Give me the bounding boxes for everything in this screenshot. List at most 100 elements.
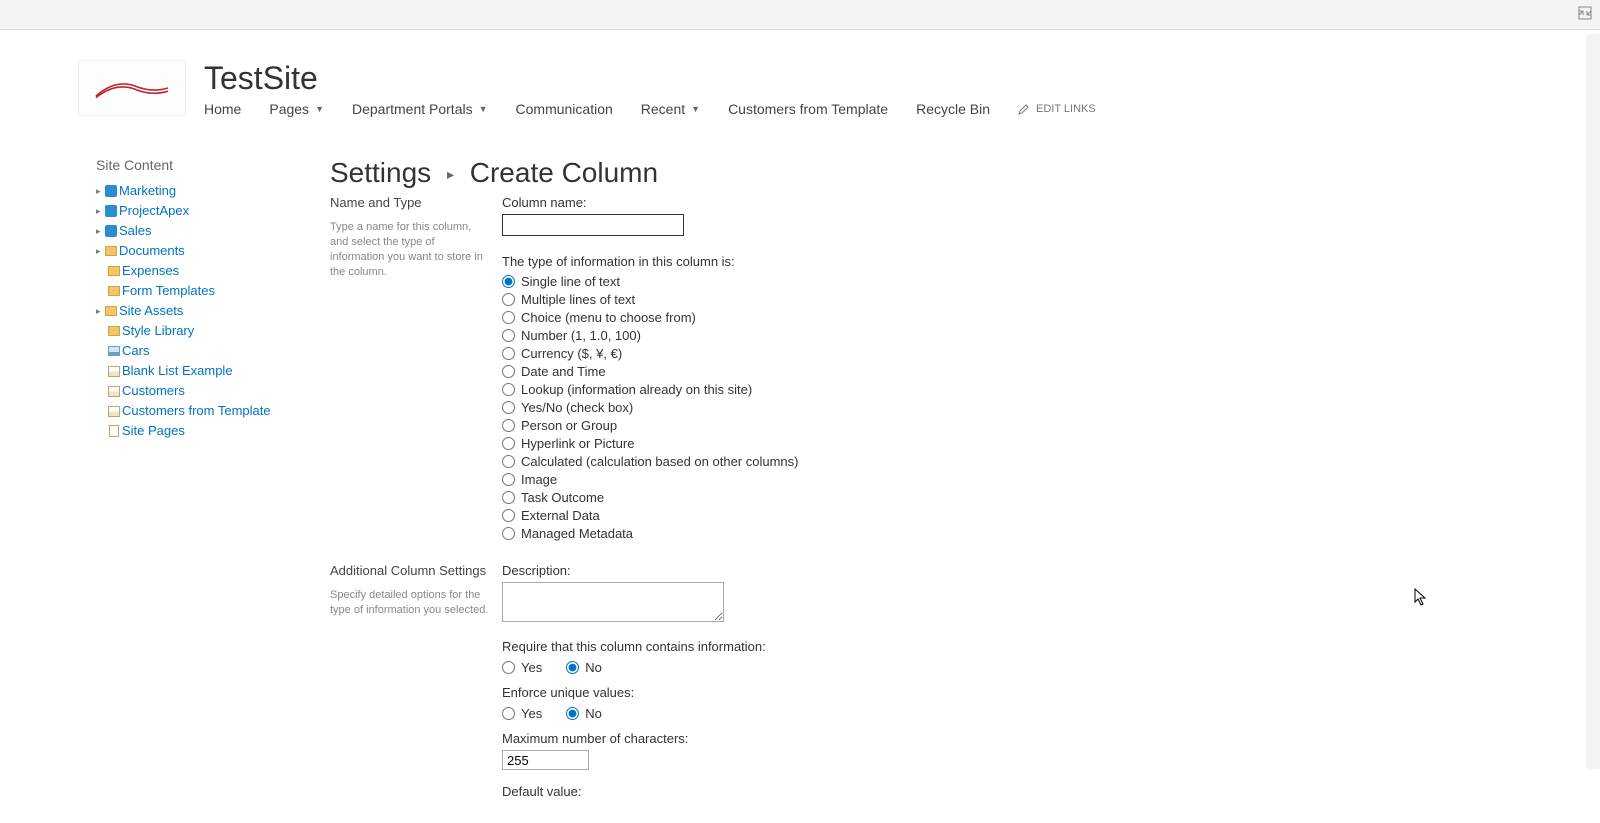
column-type-label: Number (1, 1.0, 100) (521, 327, 641, 344)
tree-item-customers-template[interactable]: Customers from Template (96, 401, 320, 421)
column-type-option[interactable]: External Data (502, 507, 1560, 524)
column-type-option[interactable]: Number (1, 1.0, 100) (502, 327, 1560, 344)
column-type-option[interactable]: Single line of text (502, 273, 1560, 290)
tree-item-customers[interactable]: Customers (96, 381, 320, 401)
scrollbar[interactable] (1586, 34, 1600, 769)
nav-recycle-bin[interactable]: Recycle Bin (916, 101, 990, 117)
left-nav-title: Site Content (96, 157, 320, 173)
site-icon (104, 224, 118, 238)
tree-item-sales[interactable]: ▸Sales (96, 221, 320, 241)
tree-item-projectapex[interactable]: ▸ProjectApex (96, 201, 320, 221)
column-type-option[interactable]: Currency ($, ¥, €) (502, 345, 1560, 362)
column-type-option[interactable]: Task Outcome (502, 489, 1560, 506)
tree-item-cars[interactable]: Cars (96, 341, 320, 361)
maxchars-input[interactable] (502, 750, 589, 770)
tree-item-site-assets[interactable]: ▸ Site Assets (96, 301, 320, 321)
option-label: Yes (521, 705, 542, 722)
page-icon (107, 424, 121, 438)
expand-handle-icon[interactable]: ▸ (96, 301, 104, 321)
tree-label: Blank List Example (122, 361, 233, 381)
nav-dept-label: Department Portals (352, 101, 473, 117)
site-title[interactable]: TestSite (204, 60, 1600, 97)
expand-handle-icon[interactable]: ▸ (96, 201, 104, 221)
tree-item-expenses[interactable]: Expenses (96, 261, 320, 281)
ribbon-expand-icon[interactable] (1578, 6, 1592, 23)
column-type-label: Managed Metadata (521, 525, 633, 542)
option-label: No (585, 659, 602, 676)
tree-label: Customers (122, 381, 185, 401)
header: TestSite Home Pages▼ Department Portals ▼… (0, 30, 1600, 117)
type-prompt-label: The type of information in this column i… (502, 254, 1560, 269)
section-name-type-help: Type a name for this column, and select … (330, 220, 490, 280)
column-type-option[interactable]: Image (502, 471, 1560, 488)
option-label: Yes (521, 659, 542, 676)
maxchars-label: Maximum number of characters: (502, 731, 1560, 746)
column-type-label: Calculated (calculation based on other c… (521, 453, 799, 470)
site-logo[interactable] (78, 60, 186, 116)
site-icon (104, 184, 118, 198)
tree-item-form-templates[interactable]: Form Templates (96, 281, 320, 301)
expand-handle-icon[interactable]: ▸ (96, 241, 104, 261)
unique-no-option[interactable]: No (566, 705, 602, 722)
edit-links-button[interactable]: EDIT LINKS (1018, 103, 1096, 115)
column-type-option[interactable]: Lookup (information already on this site… (502, 381, 1560, 398)
column-type-option[interactable]: Multiple lines of text (502, 291, 1560, 308)
tree-label: Documents (119, 241, 185, 261)
column-type-option[interactable]: Managed Metadata (502, 525, 1560, 542)
folder-icon (107, 264, 121, 278)
column-type-option[interactable]: Calculated (calculation based on other c… (502, 453, 1560, 470)
left-nav: Site Content ▸ Marketing ▸ProjectApex ▸Sa… (0, 157, 320, 823)
nav-recent-label: Recent (641, 101, 685, 117)
section-additional-help: Specify detailed options for the type of… (330, 588, 490, 618)
column-type-label: Hyperlink or Picture (521, 435, 634, 452)
tree-item-documents[interactable]: ▸ Documents (96, 241, 320, 261)
breadcrumb-separator-icon: ▸ (447, 166, 454, 183)
nav-communication[interactable]: Communication (516, 101, 613, 117)
tree-item-marketing[interactable]: ▸ Marketing (96, 181, 320, 201)
require-no-option[interactable]: No (566, 659, 602, 676)
column-type-label: Image (521, 471, 557, 488)
expand-handle-icon[interactable]: ▸ (96, 221, 104, 241)
tree-label: Expenses (122, 261, 179, 281)
column-name-input[interactable] (502, 214, 684, 236)
option-label: No (585, 705, 602, 722)
column-type-label: Single line of text (521, 273, 620, 290)
nav-pages[interactable]: Pages▼ (269, 101, 324, 117)
nav-dept-portals[interactable]: Department Portals ▼ (352, 101, 488, 117)
folder-icon (104, 304, 118, 318)
column-type-option[interactable]: Person or Group (502, 417, 1560, 434)
column-type-label: Task Outcome (521, 489, 604, 506)
folder-icon (107, 324, 121, 338)
require-yes-option[interactable]: Yes (502, 659, 542, 676)
top-nav: Home Pages▼ Department Portals ▼ Communic… (204, 101, 1600, 117)
tree-item-style-library[interactable]: Style Library (96, 321, 320, 341)
list-icon (107, 404, 121, 418)
chevron-down-icon: ▼ (479, 104, 488, 114)
column-type-option[interactable]: Date and Time (502, 363, 1560, 380)
tree-label: Site Pages (122, 421, 185, 441)
description-input[interactable] (502, 582, 724, 622)
default-value-label: Default value: (502, 784, 1560, 799)
breadcrumb-settings[interactable]: Settings (330, 157, 431, 188)
nav-home[interactable]: Home (204, 101, 241, 117)
expand-handle-icon[interactable]: ▸ (96, 181, 104, 201)
column-type-option[interactable]: Hyperlink or Picture (502, 435, 1560, 452)
column-type-label: Currency ($, ¥, €) (521, 345, 622, 362)
unique-yes-option[interactable]: Yes (502, 705, 542, 722)
nav-customers-template[interactable]: Customers from Template (728, 101, 888, 117)
tree-label: Marketing (119, 181, 176, 201)
tree-label: Style Library (122, 321, 194, 341)
unique-label: Enforce unique values: (502, 685, 1560, 700)
column-type-label: Lookup (information already on this site… (521, 381, 752, 398)
column-type-option[interactable]: Choice (menu to choose from) (502, 309, 1560, 326)
column-type-label: External Data (521, 507, 600, 524)
column-type-label: Yes/No (check box) (521, 399, 633, 416)
tree-label: Site Assets (119, 301, 183, 321)
column-type-option[interactable]: Yes/No (check box) (502, 399, 1560, 416)
tree-item-site-pages[interactable]: Site Pages (96, 421, 320, 441)
edit-links-label: EDIT LINKS (1036, 103, 1096, 115)
breadcrumb: Settings ▸ Create Column (330, 157, 1560, 189)
tree-item-blank-list[interactable]: Blank List Example (96, 361, 320, 381)
tree-label: Form Templates (122, 281, 215, 301)
nav-recent[interactable]: Recent▼ (641, 101, 700, 117)
